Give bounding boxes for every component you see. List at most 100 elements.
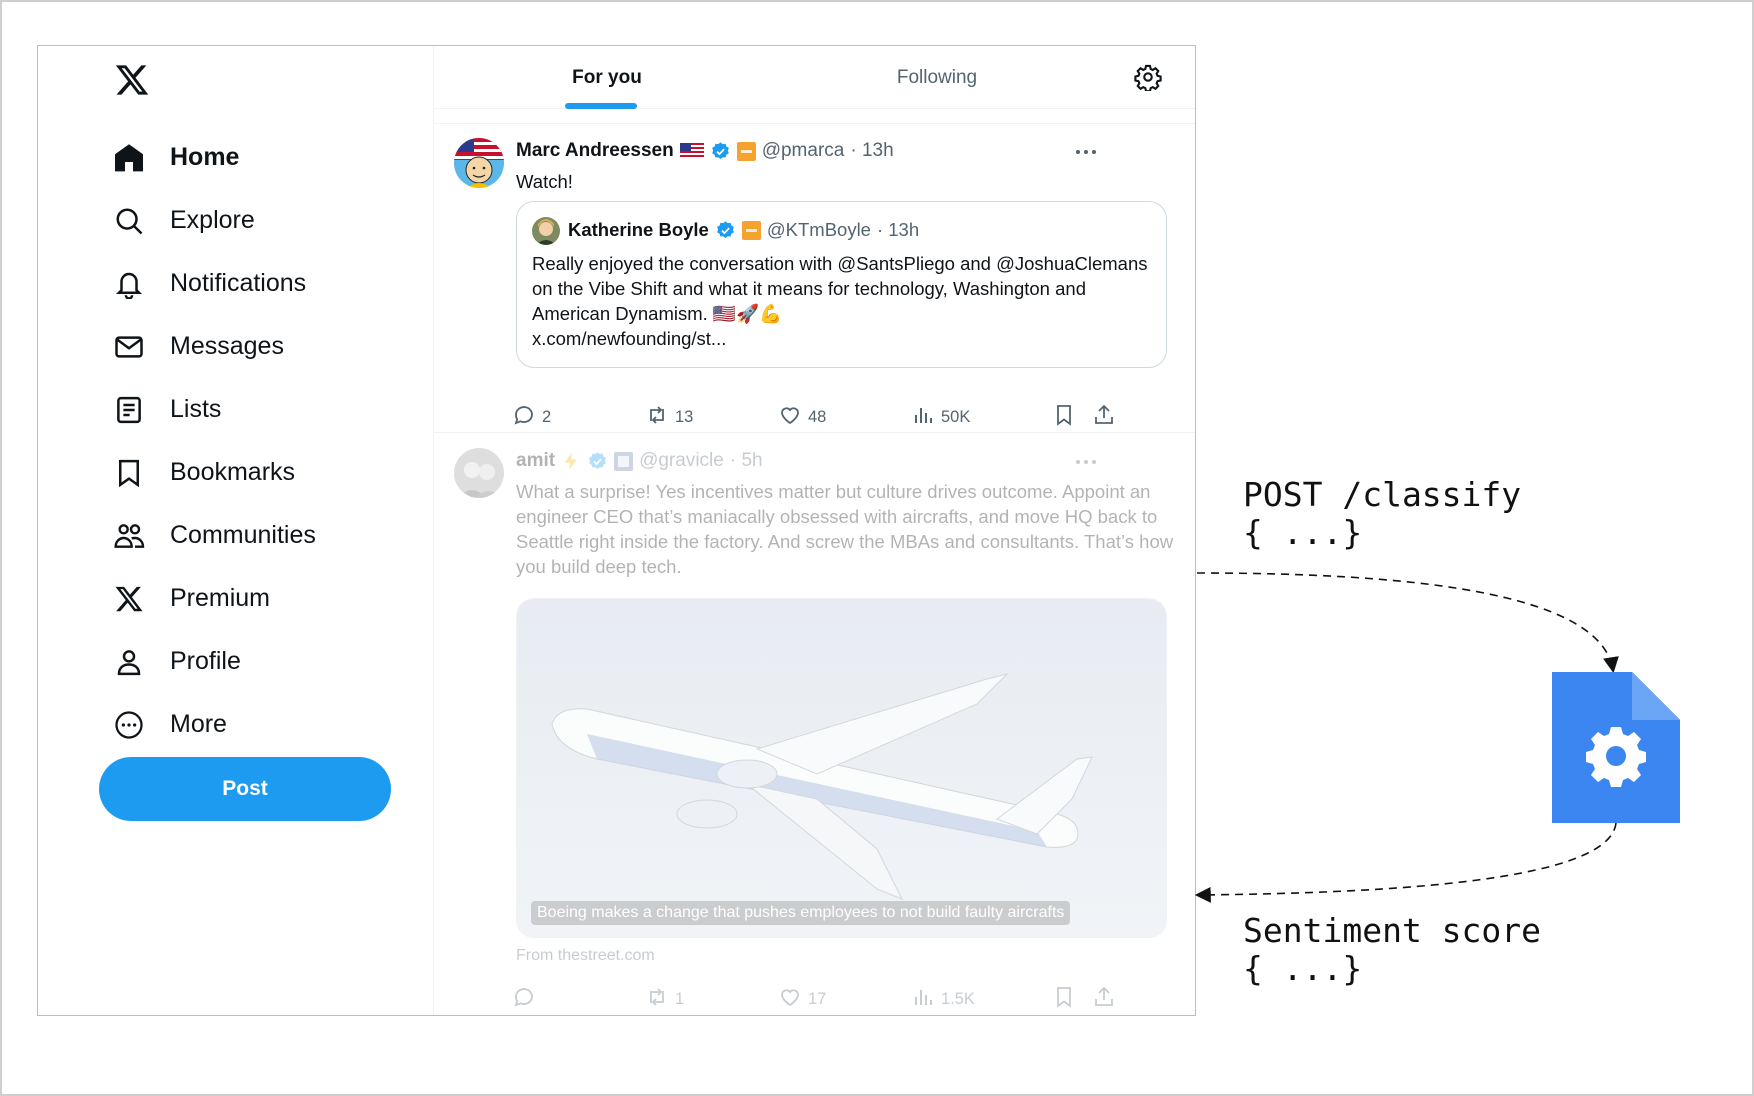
tweet-actions: 2 13 48 50K [512, 403, 1172, 431]
repost-icon [645, 403, 669, 432]
post-button[interactable]: Post [99, 757, 391, 821]
like-count: 48 [808, 408, 827, 426]
nav-item-notifications[interactable]: Notifications [112, 252, 316, 315]
repost-icon [645, 985, 669, 1014]
primary-nav: Home Explore Notifications Messages List… [112, 126, 316, 756]
nav-item-communities[interactable]: Communities [112, 504, 316, 567]
nav-label: Home [170, 143, 240, 171]
reply-button[interactable] [512, 985, 542, 1014]
author-handle[interactable]: @KTmBoyle [767, 219, 871, 241]
timeline-tabs: For you Following [434, 46, 1195, 109]
views-count: 1.5K [941, 990, 975, 1008]
share-icon [1092, 403, 1116, 432]
repost-button[interactable]: 13 [645, 403, 693, 432]
share-button[interactable] [1092, 403, 1116, 432]
views-chart-icon [911, 403, 935, 432]
affiliate-badge-icon[interactable] [741, 220, 761, 240]
response-body: { ...} [1243, 949, 1363, 988]
airplane-image [517, 599, 1166, 937]
communities-icon [112, 519, 146, 553]
x-logo-icon [112, 582, 146, 616]
quoted-tweet-body: Really enjoyed the conversation with @Sa… [532, 253, 1148, 324]
timestamp[interactable]: · 13h [877, 219, 919, 241]
share-icon [1092, 985, 1116, 1014]
nav-label: Lists [170, 395, 222, 423]
link-source[interactable]: From thestreet.com [516, 947, 655, 965]
request-method-path: POST /classify [1243, 475, 1522, 514]
gear-icon[interactable] [1134, 63, 1162, 93]
x-logo-icon[interactable] [114, 62, 150, 98]
like-button[interactable]: 48 [778, 403, 826, 432]
avatar[interactable] [532, 217, 560, 245]
nav-label: Bookmarks [170, 458, 296, 486]
person-icon [112, 645, 146, 679]
author-name[interactable]: amit [516, 450, 555, 472]
nav-label: Communities [170, 521, 316, 549]
search-icon [112, 204, 146, 238]
more-options-icon[interactable] [1072, 142, 1100, 162]
verified-badge-icon[interactable] [715, 220, 736, 241]
us-flag-icon [679, 143, 704, 159]
views-button[interactable]: 50K [911, 403, 970, 432]
quoted-tweet[interactable]: Katherine Boyle @KTmBoyle · 13h Really e… [516, 201, 1167, 368]
avatar[interactable] [454, 138, 504, 188]
nav-item-bookmarks[interactable]: Bookmarks [112, 441, 316, 504]
media-caption: Boeing makes a change that pushes employ… [531, 901, 1071, 925]
views-button[interactable]: 1.5K [911, 985, 975, 1014]
verified-badge-icon[interactable] [710, 141, 731, 162]
tweet-text: What a surprise! Yes incentives matter b… [516, 481, 1174, 577]
quoted-tweet-header: Katherine Boyle @KTmBoyle · 13h [568, 219, 919, 241]
lightning-icon [561, 451, 581, 471]
author-name[interactable]: Marc Andreessen [516, 140, 674, 162]
nav-item-profile[interactable]: Profile [112, 630, 316, 693]
bookmark-button[interactable] [1052, 985, 1076, 1014]
nav-item-more[interactable]: More [112, 693, 316, 756]
more-circle-icon [112, 708, 146, 742]
more-options-icon[interactable] [1072, 452, 1100, 472]
affiliate-badge-icon[interactable] [614, 451, 634, 471]
nav-label: Explore [170, 206, 255, 234]
author-handle[interactable]: @gravicle [639, 450, 724, 472]
views-chart-icon [911, 985, 935, 1014]
affiliate-badge-icon[interactable] [736, 141, 756, 161]
bookmark-button[interactable] [1052, 403, 1076, 432]
list-icon [112, 393, 146, 427]
nav-label: More [170, 710, 227, 738]
verified-badge-icon[interactable] [587, 451, 608, 472]
avatar[interactable] [454, 448, 504, 498]
quoted-tweet-link[interactable]: x.com/newfounding/st... [532, 326, 1157, 351]
timestamp[interactable]: · 5h [730, 450, 763, 472]
tab-following[interactable]: Following [864, 46, 1010, 109]
tweet-media-image[interactable]: Boeing makes a change that pushes employ… [516, 598, 1167, 938]
reply-button[interactable]: 2 [512, 403, 551, 432]
repost-button[interactable]: 1 [645, 985, 684, 1014]
share-button[interactable] [1092, 985, 1116, 1014]
tweet-actions: 1 17 1.5K [512, 985, 1172, 1013]
tab-for-you[interactable]: For you [534, 46, 680, 109]
author-name[interactable]: Katherine Boyle [568, 219, 709, 241]
nav-item-home[interactable]: Home [112, 126, 316, 189]
timestamp[interactable]: · 13h [850, 140, 893, 162]
bell-icon [112, 267, 146, 301]
nav-item-premium[interactable]: Premium [112, 567, 316, 630]
nav-item-explore[interactable]: Explore [112, 189, 316, 252]
tweet-text: Watch! [516, 171, 573, 192]
repost-count: 1 [675, 990, 685, 1008]
like-button[interactable]: 17 [778, 985, 826, 1014]
bookmark-icon [1052, 985, 1076, 1014]
sidebar: Home Explore Notifications Messages List… [38, 46, 434, 1015]
tweet-header: Marc Andreessen @pmarca · 13h [516, 140, 894, 162]
settings-file-icon [1552, 672, 1680, 823]
nav-item-lists[interactable]: Lists [112, 378, 316, 441]
tweet[interactable]: amit @gravicle · 5h What a surprise! Yes… [434, 434, 1195, 1015]
tweet-header: amit @gravicle · 5h [516, 450, 763, 472]
active-tab-indicator [565, 103, 637, 109]
envelope-icon [112, 330, 146, 364]
tweet[interactable]: Marc Andreessen @pmarca · 13h Watch! Kat… [434, 123, 1195, 433]
nav-label: Notifications [170, 269, 307, 297]
nav-item-messages[interactable]: Messages [112, 315, 316, 378]
nav-label: Profile [170, 647, 241, 675]
author-handle[interactable]: @pmarca [762, 140, 845, 162]
response-title: Sentiment score [1243, 911, 1542, 950]
like-count: 17 [808, 990, 827, 1008]
